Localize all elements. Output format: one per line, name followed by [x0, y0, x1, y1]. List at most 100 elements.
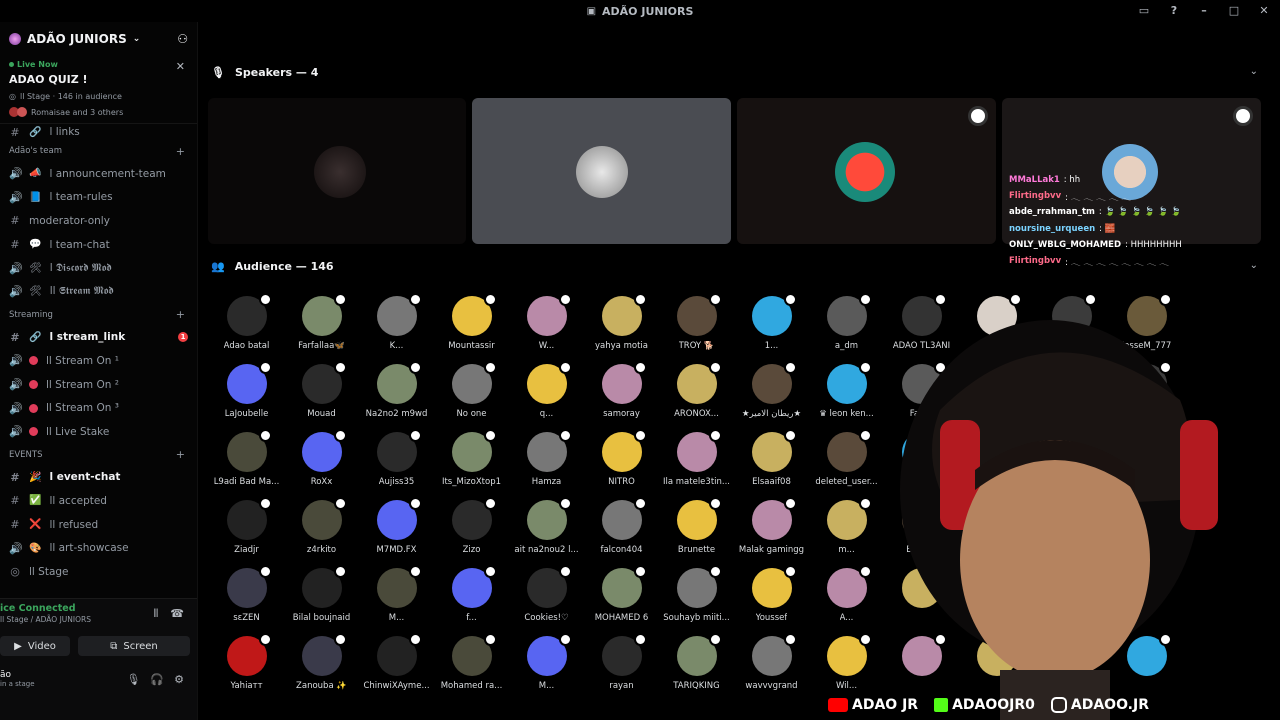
audience-member[interactable]: 1... [734, 290, 809, 358]
video-button[interactable]: ▶ Video [0, 636, 70, 656]
audience-member[interactable]: yahya motia [584, 290, 659, 358]
plus-icon[interactable]: + [176, 145, 185, 158]
audience-member[interactable]: Na2no2 m9wd [359, 358, 434, 426]
channel-item[interactable]: ◎ ll Stage [0, 560, 197, 584]
audience-member[interactable]: TROY 🐕 [659, 290, 734, 358]
audience-member[interactable]: Hamza [509, 426, 584, 494]
audience-member[interactable]: samoray [584, 358, 659, 426]
audience-member[interactable]: Ziadjr [209, 494, 284, 562]
audience-member[interactable]: L9adi Bad Ma... [209, 426, 284, 494]
user-name[interactable]: ão [0, 670, 35, 680]
maximize-icon[interactable]: □ [1228, 5, 1240, 17]
plus-icon[interactable]: + [176, 308, 185, 321]
audience-member[interactable]: Ila matele3tin... [659, 426, 734, 494]
audience-member[interactable]: NITRO [584, 426, 659, 494]
audience-member[interactable]: RoXx [284, 426, 359, 494]
audience-member[interactable]: rayan [584, 630, 659, 698]
audience-member[interactable]: M... [359, 562, 434, 630]
audience-member[interactable]: falcon404 [584, 494, 659, 562]
noise-suppression-icon[interactable]: ⦀ [153, 607, 158, 621]
audience-member[interactable]: z4rkito [284, 494, 359, 562]
channel-item[interactable]: 🔊 🎨 ll art-showcase [0, 536, 197, 560]
channel-category[interactable]: Streaming + [0, 304, 197, 326]
audience-member[interactable]: wavvvgrand [734, 630, 809, 698]
audience-member[interactable]: Mountassir [434, 290, 509, 358]
audience-member[interactable]: M... [509, 630, 584, 698]
help-icon[interactable]: ? [1168, 5, 1180, 17]
audience-member[interactable]: Adao batal [209, 290, 284, 358]
audience-member[interactable]: Youssef [734, 562, 809, 630]
audience-member[interactable]: q... [509, 358, 584, 426]
audience-member[interactable]: Bilal boujnaid [284, 562, 359, 630]
audience-member[interactable]: M7MD.FX [359, 494, 434, 562]
channel-item[interactable]: 🔊 ll Live Stake [0, 420, 197, 444]
audience-member[interactable]: ARONOX... [659, 358, 734, 426]
audience-member[interactable]: TARIQKING [659, 630, 734, 698]
audience-member[interactable]: deleted_user... [809, 426, 884, 494]
headphones-icon[interactable]: 🎧 [150, 673, 164, 686]
speaker-tile[interactable] [472, 98, 731, 244]
audience-member[interactable]: ★ريطان الامير★ [734, 358, 809, 426]
audience-member[interactable]: MOHAMED 6 [584, 562, 659, 630]
audience-member[interactable]: Aujiss35 [359, 426, 434, 494]
plus-icon[interactable]: + [176, 448, 185, 461]
channel-item[interactable]: 🔊 ll Stream On ² [0, 373, 197, 397]
audience-member[interactable]: W... [509, 290, 584, 358]
audience-member[interactable]: Elsaaif08 [734, 426, 809, 494]
channel-item[interactable]: 🔊 ll Stream On ³ [0, 396, 197, 420]
audience-member[interactable]: Wil... [809, 630, 884, 698]
channel-item[interactable]: # 🎉 l event-chat [0, 466, 197, 490]
audience-member[interactable]: Mohamed ra... [434, 630, 509, 698]
audience-member[interactable]: sεZEN [209, 562, 284, 630]
channel-item[interactable]: 🔊 📣 l announcement-team [0, 162, 197, 186]
channel-category[interactable]: EVENTS + [0, 444, 197, 466]
audience-member[interactable]: K... [359, 290, 434, 358]
chevron-down-icon[interactable]: ⌄ [1250, 66, 1258, 77]
speaker-tile[interactable] [208, 98, 466, 244]
audience-member[interactable]: Malak gamingg [734, 494, 809, 562]
channel-item[interactable]: # 🔗 l links [0, 124, 197, 140]
speaker-tile[interactable] [737, 98, 996, 244]
channel-item[interactable]: # moderator-only [0, 209, 197, 233]
audience-header[interactable]: 👥 Audience — 146 [211, 256, 334, 276]
audience-member[interactable]: Yahiaтт [209, 630, 284, 698]
channel-item[interactable]: 🔊 ll Stream On ¹ [0, 349, 197, 373]
audience-member[interactable]: No one [434, 358, 509, 426]
minimize-icon[interactable]: – [1198, 5, 1210, 17]
screen-share-button[interactable]: ⧉ Screen [78, 636, 190, 656]
audience-member[interactable]: A... [809, 562, 884, 630]
channel-item[interactable]: # 🔗 l stream_link 1 [0, 326, 197, 350]
audience-member[interactable]: Cookies!♡ [509, 562, 584, 630]
audience-member[interactable]: Farfallaa🦋 [284, 290, 359, 358]
channel-item[interactable]: 🔊 📘 l team-rules [0, 186, 197, 210]
audience-member[interactable]: f... [434, 562, 509, 630]
audience-member[interactable]: m... [809, 494, 884, 562]
audience-member[interactable]: Brunette [659, 494, 734, 562]
audience-member[interactable]: Mouad [284, 358, 359, 426]
speakers-header[interactable]: 🎙 Speakers — 4 [211, 62, 318, 82]
audience-member[interactable]: ♛ leon ken... [809, 358, 884, 426]
microphone-icon[interactable]: 🎙 [126, 673, 140, 686]
channel-item[interactable]: 🔊 🛠 ll 𝕾𝖙𝖗𝖊𝖆𝖒 𝕸𝖔𝖉 [0, 280, 197, 304]
channel-item[interactable]: # ✅ ll accepted [0, 489, 197, 513]
audience-member[interactable]: LaJoubelle [209, 358, 284, 426]
channel-item[interactable]: # 💬 l team-chat [0, 233, 197, 257]
invite-people-icon[interactable]: ⚇ [177, 32, 188, 46]
guild-header[interactable]: ADÃO JUNIORS ⌄ ⚇ [0, 22, 197, 56]
inbox-icon[interactable]: ▭ [1138, 5, 1150, 17]
audience-member[interactable]: Zanouba ✨ [284, 630, 359, 698]
voice-location[interactable]: ll Stage / ADÃO JUNIORS [0, 615, 91, 624]
channel-category[interactable]: Adão's team + [0, 140, 197, 162]
channel-item[interactable]: 🔊 🛠 l 𝕯𝖎𝖘𝖈𝖔𝖗𝖉 𝕸𝖔𝖉 [0, 256, 197, 280]
chevron-down-icon[interactable]: ⌄ [1250, 260, 1258, 271]
audience-member[interactable]: Zizo [434, 494, 509, 562]
live-stage-card[interactable]: Live Now ADAO QUIZ ! ◎ ll Stage · 146 in… [0, 56, 197, 124]
gear-icon[interactable]: ⚙ [174, 673, 184, 686]
audience-member[interactable]: Souhayb miiti... [659, 562, 734, 630]
disconnect-icon[interactable]: ☎ [170, 607, 184, 621]
audience-member[interactable]: ait na2nou2 l... [509, 494, 584, 562]
close-icon[interactable]: ✕ [176, 60, 185, 73]
audience-member[interactable]: Its_MizoXtop1 [434, 426, 509, 494]
audience-member[interactable]: ChinwiXAyme... [359, 630, 434, 698]
close-window-icon[interactable]: ✕ [1258, 5, 1270, 17]
